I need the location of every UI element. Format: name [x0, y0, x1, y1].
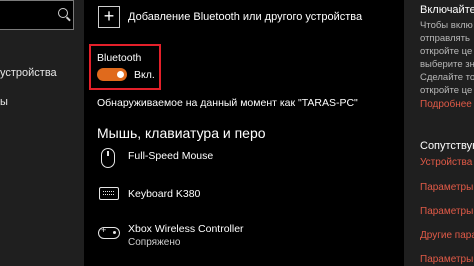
right-paragraph-line: отправлять	[420, 33, 470, 44]
right-link-devices-printers[interactable]: Устройства и п	[420, 157, 474, 168]
device-name-controller[interactable]: Xbox Wireless Controller	[128, 223, 244, 235]
right-info-panel: Включайте Bluet Чтобы вклю отправлять от…	[404, 0, 474, 266]
settings-sidebar: устройства ы	[0, 0, 84, 266]
right-paragraph-line: откройте це	[420, 46, 473, 57]
right-link-settings[interactable]: Параметры	[420, 254, 473, 265]
right-link-display-settings[interactable]: Параметры ди	[420, 206, 474, 217]
add-device-button[interactable]: +	[98, 6, 120, 28]
right-paragraph-line: Сделайте то	[420, 72, 474, 83]
sidebar-item-devices[interactable]: устройства	[0, 67, 57, 79]
discoverable-text: Обнаруживаемое на данный момент как "TAR…	[97, 97, 358, 109]
add-device-label[interactable]: Добавление Bluetooth или другого устройс…	[128, 11, 362, 23]
right-heading-bluetooth: Включайте Bluet	[420, 4, 474, 16]
device-name-mouse[interactable]: Full-Speed Mouse	[128, 150, 213, 162]
bluetooth-toggle[interactable]	[97, 68, 127, 81]
bluetooth-state-label: Вкл.	[134, 69, 155, 81]
bluetooth-highlight-frame	[89, 44, 161, 90]
right-link-other-settings[interactable]: Другие парам	[420, 230, 474, 241]
right-link-learn-more[interactable]: Подробнее о п	[420, 99, 474, 110]
plus-icon: +	[103, 6, 115, 26]
bluetooth-title: Bluetooth	[97, 52, 142, 64]
gamepad-icon	[98, 225, 120, 239]
mouse-icon	[101, 148, 115, 168]
section-title-mouse-keyboard-pen: Мышь, клавиатура и перо	[97, 125, 266, 141]
right-link-sound-settings[interactable]: Параметры зв	[420, 182, 474, 193]
search-icon[interactable]	[58, 8, 68, 18]
right-paragraph-line: выберите зн	[420, 59, 474, 70]
device-status-controller: Сопряжено	[128, 237, 181, 248]
right-heading-related: Сопутствующ	[420, 140, 474, 152]
sidebar-item-partial[interactable]: ы	[0, 96, 8, 108]
right-paragraph-line: откройте це	[420, 85, 473, 96]
toggle-knob	[117, 71, 124, 78]
keyboard-icon	[99, 187, 119, 200]
device-name-keyboard[interactable]: Keyboard K380	[128, 188, 200, 200]
right-paragraph-line: Чтобы вклю	[420, 20, 473, 31]
